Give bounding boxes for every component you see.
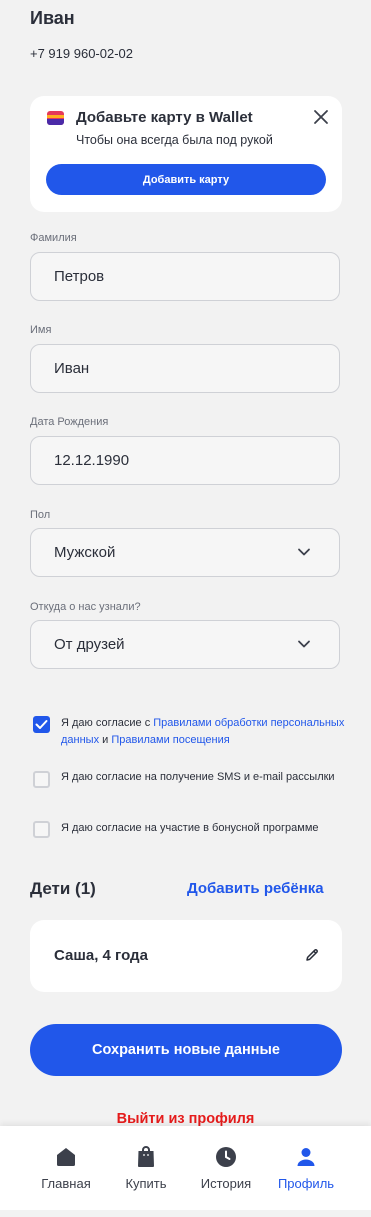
save-button[interactable]: Сохранить новые данные — [30, 1024, 342, 1076]
source-select[interactable]: От друзей — [30, 620, 340, 669]
nav-item-history[interactable]: История — [186, 1126, 266, 1210]
child-name: Саша, 4 года — [54, 947, 148, 964]
add-card-button[interactable]: Добавить карту — [46, 164, 326, 195]
nav-item-home[interactable]: Главная — [26, 1126, 106, 1210]
wallet-banner-subtitle: Чтобы она всегда была под рукой — [76, 133, 273, 147]
children-title: Дети (1) — [30, 879, 96, 898]
gender-label: Пол — [30, 509, 51, 521]
nav-item-profile[interactable]: Профиль — [266, 1126, 346, 1210]
chevron-down-icon — [298, 548, 310, 556]
gender-select[interactable]: Мужской — [30, 528, 340, 577]
birth-date-field[interactable]: 12.12.1990 — [30, 436, 340, 485]
add-child-link[interactable]: Добавить ребёнка — [187, 880, 324, 897]
consent-personal-data-text: Я даю согласие с Правилами обработки пер… — [61, 715, 346, 749]
user-name: Иван — [30, 8, 75, 28]
first-name-value: Иван — [54, 360, 90, 377]
pencil-icon[interactable] — [304, 947, 320, 963]
wallet-banner: Добавьте карту в Wallet Чтобы она всегда… — [30, 96, 342, 212]
nav-label-profile: Профиль — [277, 1176, 335, 1191]
last-name-value: Петров — [54, 268, 105, 285]
birth-date-value: 12.12.1990 — [54, 452, 130, 469]
consent-sms-text: Я даю согласие на получение SMS и e-mail… — [61, 771, 335, 783]
nav-item-buy[interactable]: Купить — [106, 1126, 186, 1210]
user-icon — [297, 1148, 315, 1166]
wallet-card-icon — [47, 111, 64, 125]
close-icon[interactable] — [312, 108, 330, 126]
consent-personal-data-checkbox[interactable] — [33, 716, 50, 733]
consent-sms-checkbox[interactable] — [33, 771, 50, 788]
shopping-bag-icon — [138, 1146, 154, 1167]
last-name-field[interactable]: Петров — [30, 252, 340, 301]
child-card[interactable]: Саша, 4 года — [30, 920, 342, 992]
consent-text-prefix: Я даю согласие с — [61, 717, 154, 729]
first-name-field[interactable]: Иван — [30, 344, 340, 393]
bottom-nav: Главная Купить История Профиль — [0, 1126, 371, 1210]
bottom-edge — [0, 1210, 371, 1217]
consent-text-mid: и — [99, 734, 112, 746]
user-phone: +7 919 960-02-02 — [30, 46, 134, 61]
source-label: Откуда о нас узнали? — [30, 601, 141, 613]
first-name-label: Имя — [30, 324, 52, 336]
source-value: От друзей — [54, 636, 125, 653]
clock-icon — [216, 1147, 236, 1167]
home-icon — [57, 1148, 75, 1166]
wallet-banner-title: Добавьте карту в Wallet — [76, 109, 253, 126]
last-name-label: Фамилия — [30, 232, 77, 244]
nav-label-buy: Купить — [125, 1176, 167, 1191]
gender-value: Мужской — [54, 544, 116, 561]
consent-bonus-checkbox[interactable] — [33, 821, 50, 838]
chevron-down-icon — [298, 640, 310, 648]
checkmark-icon — [35, 720, 48, 729]
logout-link[interactable]: Выйти из профиля — [0, 1111, 371, 1127]
nav-label-history: История — [200, 1176, 252, 1191]
consent-bonus-text: Я даю согласие на участие в бонусной про… — [61, 822, 319, 834]
visit-rules-link[interactable]: Правилами посещения — [111, 734, 229, 746]
nav-label-home: Главная — [41, 1176, 91, 1191]
birth-date-label: Дата Рождения — [30, 416, 109, 428]
